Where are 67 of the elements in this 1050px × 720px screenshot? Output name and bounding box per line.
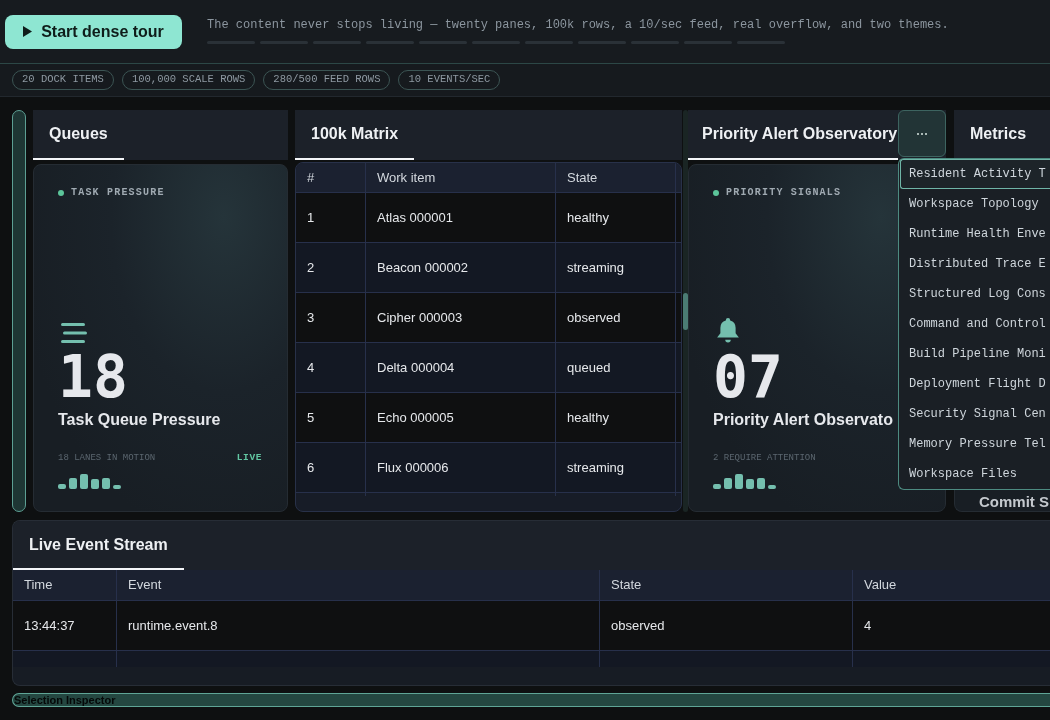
table-cell: 6 [296,443,366,492]
panel-tab[interactable]: 100k Matrix [295,110,415,160]
menu-item[interactable]: Workspace Topology [900,189,1050,219]
table-cell: 5 [296,393,366,442]
column-header: Value [863,576,898,595]
table-cell: healthy [556,193,676,242]
metric-footnote: 18 LANES IN MOTION [58,452,156,464]
play-icon [23,26,33,37]
menu-item[interactable]: Workspace Files [900,459,1050,489]
menu-item[interactable]: Command and Control [900,309,1050,339]
more-button[interactable] [898,110,946,157]
menu-item[interactable]: Deployment Flight D [900,369,1050,399]
menu-item[interactable]: Runtime Health Enve [900,219,1050,249]
panel-tab[interactable]: Queues [33,110,124,160]
table-cell: observed [556,293,676,342]
bar-sparkline [713,474,776,489]
table-cell: Echo 000005 [366,393,556,442]
table-cell: queued [556,343,676,392]
column-header: # [296,163,366,192]
table-cell: runtime.event.8 [117,601,600,650]
scrollbar-thumb[interactable] [683,293,688,330]
table-cell: Cipher 000003 [366,293,556,342]
menu-item[interactable]: Structured Log Cons [900,279,1050,309]
card-eyebrow: TASK PRESSURE [71,187,165,199]
panel-tab[interactable]: Metrics [954,110,1043,160]
metric-value: 18 [58,348,128,406]
resize-handle[interactable] [12,110,26,512]
column-header: State [556,163,676,192]
metric-value: 07 [713,348,783,406]
column-header: Work item [366,163,556,192]
metric-title: Priority Alert Observato [713,410,893,430]
table-cell: streaming [556,443,676,492]
table-cell: Flux 000006 [366,443,556,492]
status-label: LIVE [236,452,262,464]
menu-item[interactable]: Distributed Trace E [900,249,1050,279]
table-cell: 3 [296,293,366,342]
column-header: Event [117,570,600,600]
table-cell: 2 [296,243,366,292]
menu-item[interactable]: Build Pipeline Moni [900,339,1050,369]
bell-icon [717,318,739,343]
card-eyebrow: PRIORITY SIGNALS [726,187,842,199]
tour-button[interactable]: Start dense tour [5,14,182,49]
table-cell: streaming [556,243,676,292]
metric-footnote: 2 REQUIRE ATTENTION [713,452,816,464]
table-cell: observed [600,601,853,650]
scrollbar[interactable] [683,110,688,512]
tagline: The content never stops living — twenty panes, 100k rows, a 10/sec feed, real overflow, and two themes. [207,16,949,33]
menu-item[interactable]: Memory Pressure Tel [900,429,1050,459]
menu-item[interactable]: Resident Activity T [900,159,1050,189]
table-cell: Delta 000004 [366,343,556,392]
metric-title: Commit S [979,493,1050,511]
more-icon [917,132,927,135]
table-cell: 1 [296,193,366,242]
status-dot-icon [58,190,64,196]
menu-item[interactable]: Security Signal Cen [900,399,1050,429]
lines-icon [61,323,87,343]
table-cell: Atlas 000001 [366,193,556,242]
column-header: Time [13,570,117,600]
column-header: State [600,570,853,600]
table-cell: healthy [556,393,676,442]
table-cell-text: 4 [863,616,873,635]
status-dot-icon [713,190,719,196]
table-cell: 4 [296,343,366,392]
metric-title: Task Queue Pressure [58,410,221,430]
bar-sparkline [58,474,121,489]
table-cell: Beacon 000002 [366,243,556,292]
table-cell: 13:44:37 [13,601,117,650]
